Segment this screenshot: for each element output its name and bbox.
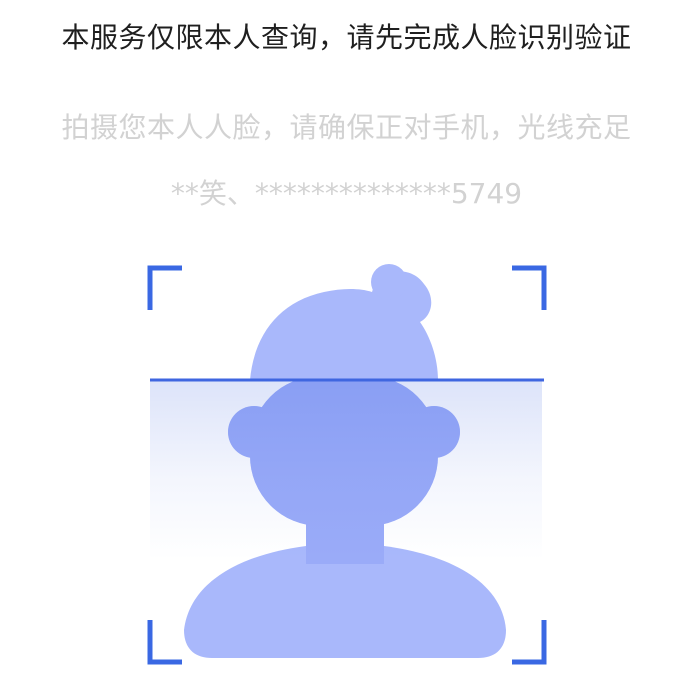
instruction-text: 拍摄您本人人脸，请确保正对手机，光线充足 — [61, 111, 632, 144]
face-scan-illustration — [147, 264, 547, 665]
frame-corner-top-right — [512, 265, 547, 310]
face-scan-frame — [146, 264, 548, 666]
page-title: 本服务仅限本人查询，请先完成人脸识别验证 — [61, 21, 632, 54]
scan-glow — [150, 380, 542, 560]
masked-identity: **笑、**************5749 — [170, 177, 523, 210]
frame-corner-bottom-right — [512, 620, 547, 665]
frame-corner-bottom-left — [147, 620, 182, 665]
frame-corner-top-left — [147, 265, 182, 310]
